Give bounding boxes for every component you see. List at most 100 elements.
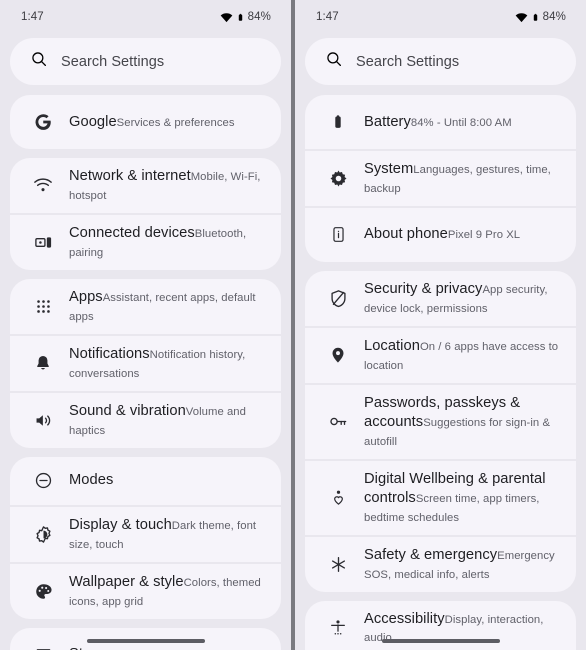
bell-icon — [26, 348, 60, 378]
google-g-icon — [26, 107, 60, 137]
settings-item-safety-emergency[interactable]: Safety & emergencyEmergency SOS, medical… — [305, 536, 576, 592]
settings-item-title: Network & internet — [69, 168, 191, 184]
settings-item-text: Modes — [69, 471, 113, 490]
settings-group: Modes Display & touchDark theme, font siz… — [10, 456, 281, 619]
digital-wellbeing-icon — [321, 483, 355, 513]
settings-item-title: Security & privacy — [364, 280, 483, 297]
storage-icon — [26, 640, 60, 650]
key-icon — [321, 407, 355, 437]
settings-item-title: Display & touch — [69, 516, 172, 533]
status-clock: 1:47 — [316, 11, 339, 23]
settings-item-subtitle: Services & preferences — [116, 116, 235, 129]
settings-item-title: System — [364, 161, 414, 177]
shield-icon — [321, 283, 355, 313]
settings-item-text: Passwords, passkeys & accountsSuggestion… — [364, 394, 562, 450]
search-placeholder: Search Settings — [356, 53, 460, 70]
settings-group: GoogleServices & preferences — [10, 95, 281, 149]
settings-item-passwords-passkeys-accounts[interactable]: Passwords, passkeys & accountsSuggestion… — [305, 384, 576, 459]
settings-item-title: Connected devices — [69, 224, 195, 241]
search-input[interactable]: Search Settings — [305, 38, 576, 85]
settings-item-text: Network & internetMobile, Wi-Fi, hotspot — [69, 167, 267, 204]
gear-icon — [321, 163, 355, 193]
settings-item-battery[interactable]: Battery84% - Until 8:00 AM — [305, 95, 576, 149]
settings-list: Battery84% - Until 8:00 AM SystemLanguage… — [295, 95, 586, 650]
search-area: Search Settings — [0, 34, 291, 95]
search-area: Search Settings — [295, 34, 586, 95]
accessibility-icon — [321, 613, 355, 643]
settings-item-text: Security & privacyApp security, device l… — [364, 280, 562, 317]
settings-item-text: Display & touchDark theme, font size, to… — [69, 516, 267, 553]
battery-percent: 84% — [542, 11, 566, 23]
modes-icon — [26, 466, 60, 496]
settings-item-digital-wellbeing-parental-controls[interactable]: Digital Wellbeing & parental controlsScr… — [305, 460, 576, 535]
home-gesture-indicator[interactable] — [381, 639, 500, 643]
settings-item-title: Battery — [364, 113, 411, 130]
settings-item-text: GoogleServices & preferences — [69, 113, 235, 132]
search-placeholder: Search Settings — [61, 53, 165, 70]
settings-item-modes[interactable]: Modes — [10, 456, 281, 505]
settings-item-title: About phone — [364, 226, 448, 243]
settings-item-text: Safety & emergencyEmergency SOS, medical… — [364, 546, 562, 583]
settings-item-google[interactable]: GoogleServices & preferences — [10, 95, 281, 149]
settings-group: Security & privacyApp security, device l… — [305, 270, 576, 592]
wifi-icon — [220, 11, 233, 24]
search-input[interactable]: Search Settings — [10, 38, 281, 85]
settings-item-notifications[interactable]: NotificationsNotification history, conve… — [10, 335, 281, 391]
settings-item-text: SystemLanguages, gestures, time, backup — [364, 160, 562, 197]
settings-item-system[interactable]: SystemLanguages, gestures, time, backup — [305, 151, 576, 206]
settings-item-network-internet[interactable]: Network & internetMobile, Wi-Fi, hotspot — [10, 158, 281, 213]
settings-item-title: Safety & emergency — [364, 546, 498, 563]
settings-item-title: Modes — [69, 472, 114, 489]
asterisk-icon — [321, 549, 355, 579]
settings-item-about-phone[interactable]: About phonePixel 9 Pro XL — [305, 207, 576, 262]
settings-item-title: Location — [364, 337, 420, 354]
battery-percent: 84% — [247, 11, 271, 23]
location-pin-icon — [321, 340, 355, 370]
battery-icon — [531, 11, 540, 24]
settings-item-sound-vibration[interactable]: Sound & vibrationVolume and haptics — [10, 392, 281, 448]
settings-item-text: Connected devicesBluetooth, pairing — [69, 224, 267, 261]
search-icon — [325, 50, 343, 73]
search-icon — [30, 50, 48, 73]
settings-item-text: Digital Wellbeing & parental controlsScr… — [364, 470, 562, 526]
settings-item-title: Notifications — [69, 345, 150, 362]
palette-icon — [26, 576, 60, 606]
settings-item-display-touch[interactable]: Display & touchDark theme, font size, to… — [10, 506, 281, 562]
settings-item-subtitle: 84% - Until 8:00 AM — [410, 116, 512, 129]
settings-item-apps[interactable]: AppsAssistant, recent apps, default apps — [10, 278, 281, 334]
connected-devices-icon — [26, 227, 60, 257]
display-brightness-icon — [26, 519, 60, 549]
dual-screenshot-stage: 1:47 84% Search Settings GoogleServices & p… — [0, 0, 586, 650]
battery-icon — [236, 11, 245, 24]
settings-item-title: Apps — [69, 288, 103, 305]
settings-item-security-privacy[interactable]: Security & privacyApp security, device l… — [305, 270, 576, 326]
settings-panel-right: 1:47 84% Search Settings Battery84% - Until… — [295, 0, 586, 650]
settings-item-text: About phonePixel 9 Pro XL — [364, 225, 520, 244]
settings-item-text: NotificationsNotification history, conve… — [69, 345, 267, 382]
settings-item-title: Storage — [69, 646, 121, 650]
settings-list: GoogleServices & preferences Network & in… — [0, 95, 291, 650]
settings-item-text: AppsAssistant, recent apps, default apps — [69, 288, 267, 325]
settings-item-text: Battery84% - Until 8:00 AM — [364, 113, 512, 132]
status-bar: 1:47 84% — [295, 0, 586, 34]
settings-item-connected-devices[interactable]: Connected devicesBluetooth, pairing — [10, 214, 281, 270]
settings-item-subtitle: Pixel 9 Pro XL — [447, 229, 521, 242]
wifi-icon — [515, 11, 528, 24]
home-gesture-indicator[interactable] — [86, 639, 205, 643]
settings-item-location[interactable]: LocationOn / 6 apps have access to locat… — [305, 327, 576, 383]
settings-panel-left: 1:47 84% Search Settings GoogleServices & p… — [0, 0, 291, 650]
settings-item-title: Accessibility — [364, 610, 445, 627]
settings-group: AppsAssistant, recent apps, default apps… — [10, 278, 281, 448]
speaker-icon — [26, 405, 60, 435]
phone-info-icon — [321, 220, 355, 250]
settings-group: Battery84% - Until 8:00 AM SystemLanguage… — [305, 95, 576, 262]
status-bar: 1:47 84% — [0, 0, 291, 34]
settings-item-title: Sound & vibration — [69, 402, 186, 419]
settings-item-text: Wallpaper & styleColors, themed icons, a… — [69, 573, 267, 610]
status-indicators: 84% — [220, 11, 271, 24]
battery-icon — [321, 107, 355, 137]
settings-item-wallpaper-style[interactable]: Wallpaper & styleColors, themed icons, a… — [10, 563, 281, 619]
status-clock: 1:47 — [21, 11, 44, 23]
settings-item-title: Google — [69, 113, 117, 130]
settings-item-text: Storage8% used - 236 GB free — [69, 645, 237, 650]
